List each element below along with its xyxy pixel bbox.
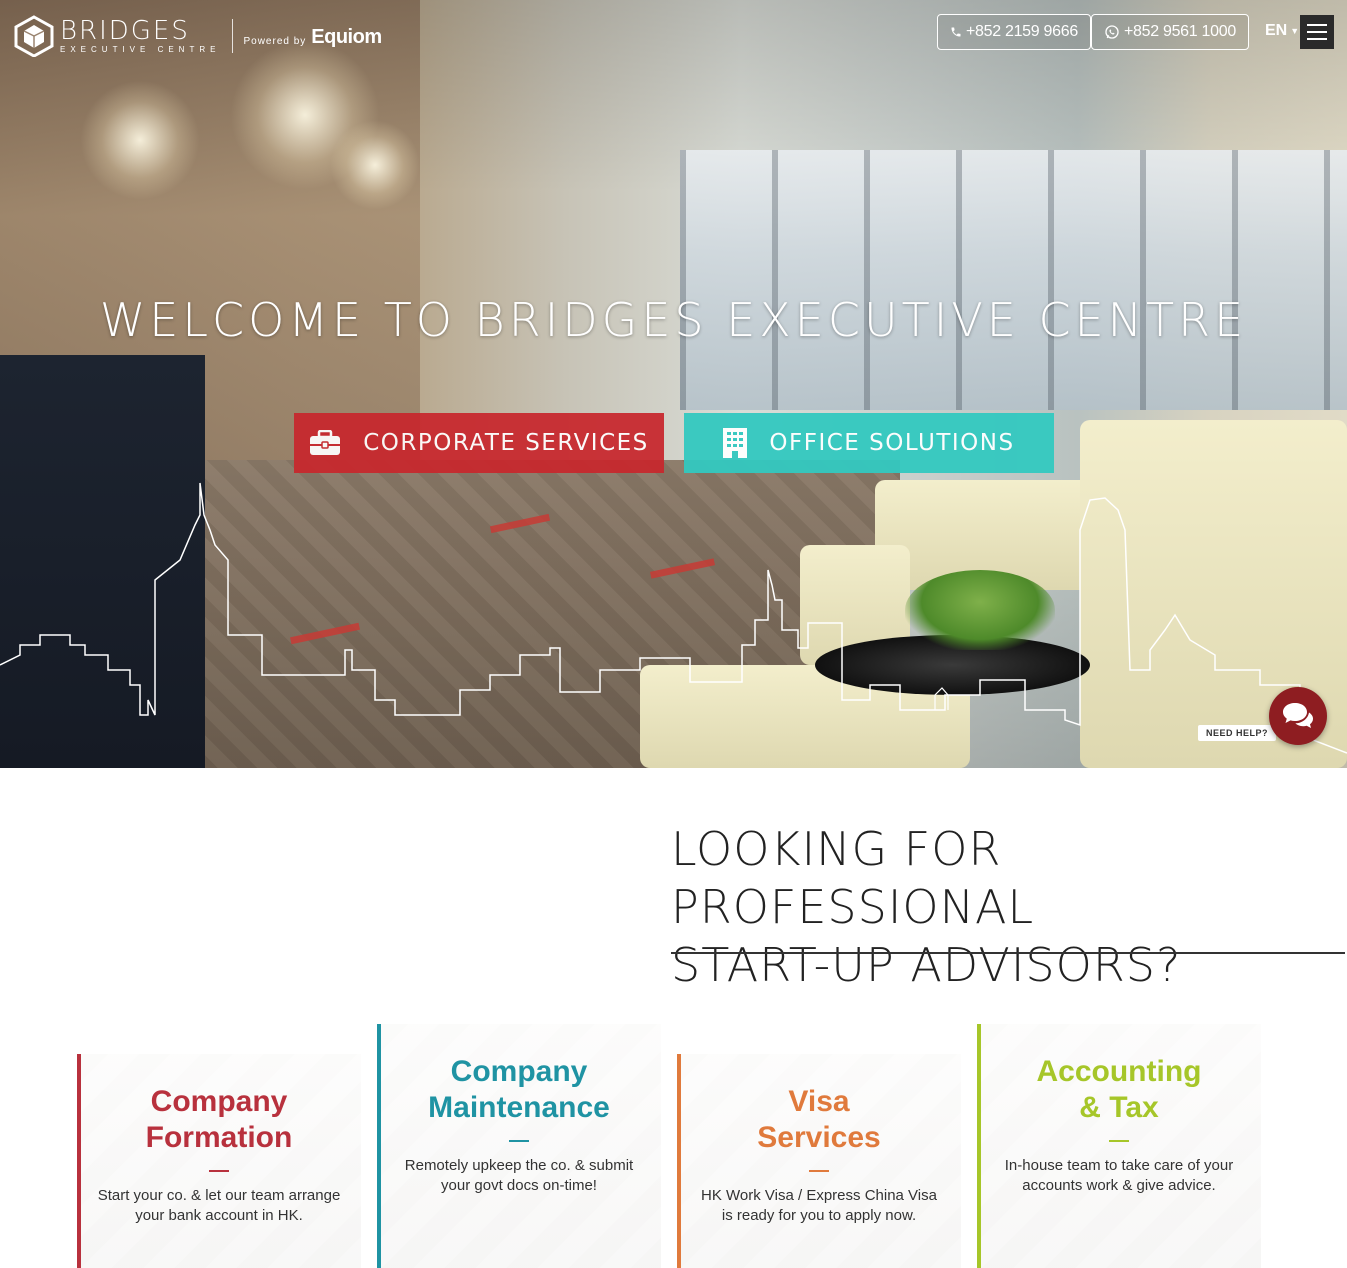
logo-wordmark: BRIDGES EXECUTIVE CENTRE xyxy=(60,18,220,55)
hero-photo-window-frames xyxy=(680,150,1347,410)
menu-icon xyxy=(1307,24,1327,26)
card-accent-bar xyxy=(377,1024,381,1268)
menu-icon xyxy=(1307,38,1327,40)
card-title-line1: Company xyxy=(450,1055,588,1088)
office-solutions-label: OFFICE SOLUTIONS xyxy=(769,430,1015,456)
card-title-line1: Accounting xyxy=(1036,1055,1202,1088)
hero-photo-light xyxy=(80,80,200,200)
briefcase-icon xyxy=(310,430,341,455)
hero-title: WELCOME TO BRIDGES EXECUTIVE CENTRE xyxy=(99,293,1248,347)
card-dash xyxy=(1109,1140,1129,1142)
whatsapp-button[interactable]: +852 9561 1000 xyxy=(1091,14,1249,50)
office-solutions-button[interactable]: OFFICE SOLUTIONS xyxy=(684,413,1054,473)
corporate-services-button[interactable]: CORPORATE SERVICES xyxy=(294,413,664,473)
card-accent-bar xyxy=(977,1024,981,1268)
skyline-outline xyxy=(0,482,1347,754)
site-logo[interactable]: BRIDGES EXECUTIVE CENTRE Powered by Equi… xyxy=(14,14,382,58)
card-accounting-tax[interactable]: Accounting & Tax In-house team to take c… xyxy=(977,1024,1261,1268)
menu-icon xyxy=(1307,31,1327,33)
menu-button[interactable] xyxy=(1300,15,1334,49)
language-selector[interactable]: EN ▼ xyxy=(1265,22,1299,40)
corporate-services-label: CORPORATE SERVICES xyxy=(363,430,649,456)
hero-banner xyxy=(0,0,1347,768)
card-visa-services[interactable]: Visa Services HK Work Visa / Express Chi… xyxy=(677,1054,961,1268)
chat-icon xyxy=(1283,703,1313,728)
powered-by-label: Powered by xyxy=(243,35,307,47)
logo-subtitle: EXECUTIVE CENTRE xyxy=(60,44,221,54)
cube-logo-icon xyxy=(14,15,54,57)
card-title: Company Formation xyxy=(77,1084,361,1156)
card-title: Company Maintenance xyxy=(377,1054,661,1126)
partner-logo: Equiom xyxy=(311,25,382,48)
section-title-line1: LOOKING FOR PROFESSIONAL xyxy=(671,822,1035,934)
phone-icon xyxy=(951,27,961,37)
card-text: Remotely upkeep the co. & submit your go… xyxy=(404,1157,634,1194)
logo-name: BRIDGES xyxy=(60,15,190,46)
chat-button[interactable] xyxy=(1269,687,1327,745)
section-title: LOOKING FOR PROFESSIONAL START-UP ADVISO… xyxy=(671,820,1347,994)
card-text: HK Work Visa / Express China Visa is rea… xyxy=(701,1187,937,1224)
card-title: Visa Services xyxy=(677,1084,961,1156)
whatsapp-icon xyxy=(1105,25,1119,39)
card-company-maintenance[interactable]: Company Maintenance Remotely upkeep the … xyxy=(377,1024,661,1268)
card-company-formation[interactable]: Company Formation Start your co. & let o… xyxy=(77,1054,361,1268)
need-help-label[interactable]: NEED HELP? xyxy=(1198,725,1277,741)
card-title-line1: Company xyxy=(150,1085,288,1118)
card-title-line2: Services xyxy=(757,1121,881,1154)
language-label: EN xyxy=(1265,22,1288,39)
logo-divider xyxy=(232,19,234,53)
card-title-line2: Formation xyxy=(145,1121,293,1154)
card-dash xyxy=(509,1140,529,1142)
phone-number: +852 2159 9666 xyxy=(966,23,1078,40)
card-text: In-house team to take care of your accou… xyxy=(1004,1157,1234,1194)
phone-button[interactable]: +852 2159 9666 xyxy=(937,14,1091,50)
section-title-line2: START-UP ADVISORS? xyxy=(671,938,1182,992)
card-accent-bar xyxy=(677,1054,681,1268)
card-text: Start your co. & let our team arrange yo… xyxy=(97,1187,341,1224)
whatsapp-number: +852 9561 1000 xyxy=(1124,23,1236,40)
building-icon xyxy=(723,428,748,458)
card-title-line1: Visa xyxy=(788,1085,850,1118)
section-divider xyxy=(671,952,1345,954)
card-dash xyxy=(809,1170,829,1172)
card-dash xyxy=(209,1170,229,1172)
caret-down-icon: ▼ xyxy=(1290,26,1300,36)
card-title: Accounting & Tax xyxy=(977,1054,1261,1126)
card-title-line2: Maintenance xyxy=(428,1091,610,1124)
card-title-line2: & Tax xyxy=(1079,1091,1159,1124)
card-accent-bar xyxy=(77,1054,81,1268)
hero-photo-light xyxy=(330,120,420,210)
